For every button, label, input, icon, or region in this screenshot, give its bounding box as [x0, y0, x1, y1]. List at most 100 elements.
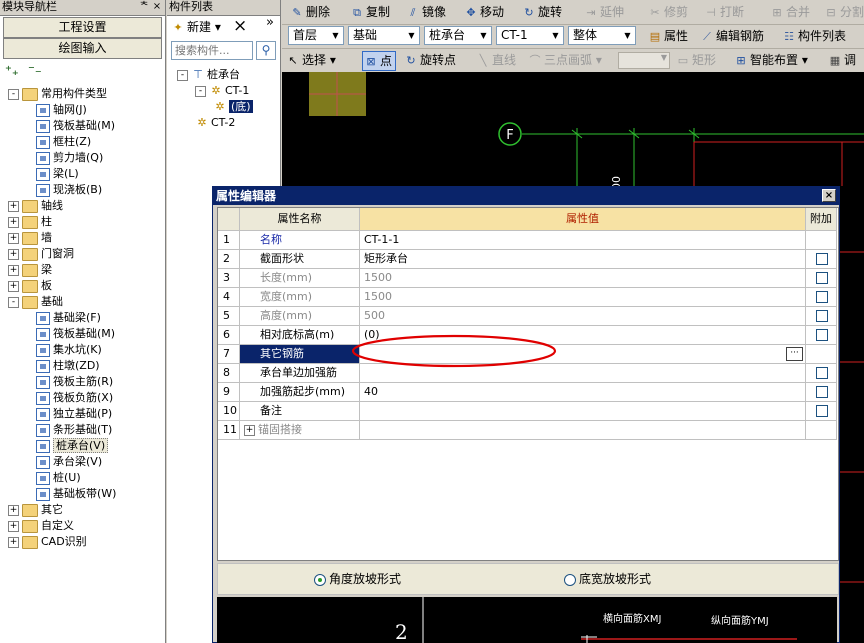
- collapse-all-icon[interactable]: ⁻₋: [28, 63, 42, 78]
- tree-component-item[interactable]: 筏板基础(M): [36, 118, 115, 134]
- append-checkbox[interactable]: [816, 272, 828, 284]
- property-value-cell[interactable]: 500: [360, 307, 806, 326]
- tree-component-item[interactable]: 现浇板(B): [36, 182, 102, 198]
- append-checkbox[interactable]: [816, 329, 828, 341]
- toolbar-button[interactable]: ⊟ 分割: [824, 3, 864, 21]
- new-button[interactable]: ✦ 新建 ▾: [171, 17, 220, 37]
- smart-layout-button[interactable]: ⊞ 智能布置 ▾: [734, 51, 807, 69]
- property-name-cell[interactable]: 名称: [240, 231, 360, 250]
- close-icon[interactable]: ×: [822, 189, 836, 202]
- ellipsis-button[interactable]: ···: [786, 347, 803, 361]
- property-value-cell[interactable]: 1500: [360, 288, 806, 307]
- tree-component-item[interactable]: 筏板负筋(X): [36, 390, 113, 406]
- tree-component-item[interactable]: 筏板基础(M): [36, 326, 115, 342]
- line-button[interactable]: ╲ 直线: [476, 51, 516, 69]
- component-name-select[interactable]: CT-1 ▼: [496, 26, 564, 45]
- mode-select[interactable]: 整体 ▼: [568, 26, 636, 45]
- tree-component-item[interactable]: 承台梁(V): [36, 454, 102, 470]
- toolbar-button[interactable]: ⧉ 复制: [350, 3, 390, 21]
- close-icon[interactable]: ×: [151, 0, 163, 14]
- property-value-cell[interactable]: CT-1-1: [360, 231, 806, 250]
- tree-folder[interactable]: + 门窗洞: [8, 246, 74, 262]
- rectangle-button[interactable]: ▭ 矩形: [676, 51, 716, 69]
- expand-icon[interactable]: +: [8, 248, 19, 260]
- tree-folder[interactable]: + 板: [8, 278, 52, 294]
- expand-icon[interactable]: +: [8, 264, 19, 276]
- append-checkbox[interactable]: [816, 367, 828, 379]
- property-value-cell[interactable]: [360, 421, 806, 440]
- point-button[interactable]: ⊠ 点: [362, 51, 397, 71]
- expand-icon[interactable]: +: [8, 520, 19, 532]
- tree-component-item[interactable]: 桩(U): [36, 470, 81, 486]
- tree-component-item[interactable]: 框柱(Z): [36, 134, 91, 150]
- tree-component-item[interactable]: 桩承台(V): [36, 438, 109, 454]
- expand-icon[interactable]: +: [8, 216, 19, 228]
- toolbar-button[interactable]: ⇥ 延伸: [584, 3, 624, 21]
- delete-icon[interactable]: ×: [233, 16, 247, 36]
- tree-component-item[interactable]: 梁(L): [36, 166, 79, 182]
- more-icon[interactable]: »: [266, 15, 274, 30]
- tree-component-item[interactable]: 基础板带(W): [36, 486, 116, 502]
- component-tree-item[interactable]: ✲ (底): [213, 99, 253, 115]
- property-value-cell[interactable]: [360, 402, 806, 421]
- width-slope-radio[interactable]: 底宽放坡形式: [564, 572, 651, 586]
- edit-rebar-button[interactable]: ⟋ 编辑钢筋: [700, 27, 764, 45]
- append-checkbox[interactable]: [816, 310, 828, 322]
- tree-component-item[interactable]: 条形基础(T): [36, 422, 112, 438]
- tree-component-item[interactable]: 独立基础(P): [36, 406, 112, 422]
- property-name-cell[interactable]: 高度(mm): [240, 307, 360, 326]
- tree-component-item[interactable]: 筏板主筋(R): [36, 374, 113, 390]
- property-name-cell[interactable]: 宽度(mm): [240, 288, 360, 307]
- type-select[interactable]: 桩承台 ▼: [424, 26, 492, 45]
- properties-button[interactable]: ▤ 属性: [648, 27, 688, 45]
- property-value-cell[interactable]: 矩形承台: [360, 250, 806, 269]
- angle-slope-radio[interactable]: 角度放坡形式: [314, 572, 401, 586]
- property-name-cell[interactable]: 其它钢筋: [240, 345, 360, 364]
- tree-component-item[interactable]: 剪力墙(Q): [36, 150, 103, 166]
- append-checkbox[interactable]: [816, 253, 828, 265]
- property-name-cell[interactable]: 相对底标高(m): [240, 326, 360, 345]
- append-checkbox[interactable]: [816, 405, 828, 417]
- tree-folder[interactable]: + 自定义: [8, 518, 74, 534]
- property-name-cell[interactable]: 长度(mm): [240, 269, 360, 288]
- collapse-icon[interactable]: -: [195, 85, 206, 97]
- expand-all-icon[interactable]: ⁺₊: [5, 64, 19, 79]
- property-name-cell[interactable]: 加强筋起步(mm): [240, 383, 360, 402]
- tree-folder[interactable]: + 轴线: [8, 198, 63, 214]
- expand-icon[interactable]: +: [8, 280, 19, 292]
- adjust-button[interactable]: ▦ 调: [828, 51, 856, 69]
- toolbar-button[interactable]: ✥ 移动: [464, 3, 504, 21]
- category-select[interactable]: 基础 ▼: [348, 26, 420, 45]
- append-checkbox[interactable]: [816, 386, 828, 398]
- toolbar-button[interactable]: ✎ 删除: [290, 3, 330, 21]
- search-icon[interactable]: ⚲: [256, 41, 276, 60]
- arc-option-select[interactable]: ▼: [618, 52, 670, 69]
- rotate-point-button[interactable]: ↻ 旋转点: [404, 51, 456, 69]
- project-settings-button[interactable]: 工程设置: [3, 17, 162, 38]
- component-list-button[interactable]: ☷ 构件列表: [782, 27, 846, 45]
- expand-icon[interactable]: +: [8, 232, 19, 244]
- expand-icon[interactable]: +: [8, 200, 19, 212]
- append-checkbox[interactable]: [816, 291, 828, 303]
- toolbar-button[interactable]: ⫽ 镜像: [406, 3, 446, 21]
- floor-select[interactable]: 首层 ▼: [288, 26, 344, 45]
- expand-icon[interactable]: +: [8, 504, 19, 516]
- property-name-cell[interactable]: 截面形状: [240, 250, 360, 269]
- property-name-cell[interactable]: + 锚固搭接: [240, 421, 360, 440]
- toolbar-button[interactable]: ⊞ 合并: [770, 3, 810, 21]
- toolbar-button[interactable]: ⊣ 打断: [704, 3, 744, 21]
- tree-component-item[interactable]: 柱墩(ZD): [36, 358, 100, 374]
- tree-folder[interactable]: + 梁: [8, 262, 52, 278]
- property-value-cell[interactable]: 1500: [360, 269, 806, 288]
- tree-folder[interactable]: + CAD识别: [8, 534, 87, 550]
- toolbar-button[interactable]: ↻ 旋转: [522, 3, 562, 21]
- tree-component-item[interactable]: 集水坑(K): [36, 342, 102, 358]
- property-value-cell[interactable]: 40: [360, 383, 806, 402]
- tree-folder[interactable]: - 基础: [8, 294, 63, 310]
- tree-component-item[interactable]: 基础梁(F): [36, 310, 101, 326]
- component-search-input[interactable]: [171, 41, 253, 60]
- tree-component-item[interactable]: 轴网(J): [36, 102, 87, 118]
- property-name-cell[interactable]: 承台单边加强筋: [240, 364, 360, 383]
- tree-folder[interactable]: + 柱: [8, 214, 52, 230]
- select-button[interactable]: ↖ 选择 ▾: [286, 51, 335, 69]
